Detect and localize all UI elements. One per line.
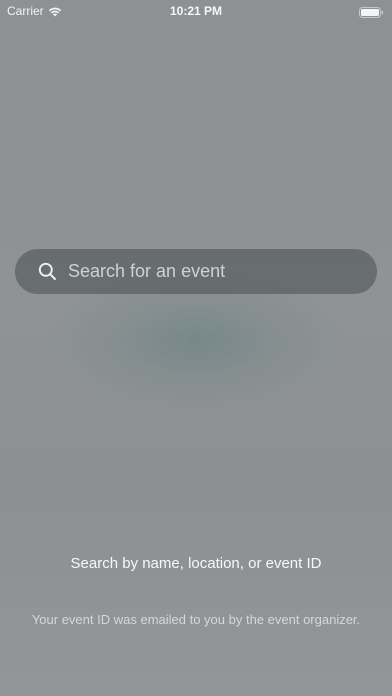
search-input[interactable] [68,257,377,286]
battery-icon [359,5,384,18]
search-icon [38,262,57,281]
help-title: Search by name, location, or event ID [70,555,322,572]
search-bar[interactable] [15,249,377,294]
event-search-screen: Carrier 10:21 PM Search for an event Sea… [0,0,392,696]
status-bar: Carrier 10:21 PM [0,0,392,22]
status-time: 10:21 PM [169,4,223,18]
help-subtitle: Your event ID was emailed to you by the … [31,612,361,627]
